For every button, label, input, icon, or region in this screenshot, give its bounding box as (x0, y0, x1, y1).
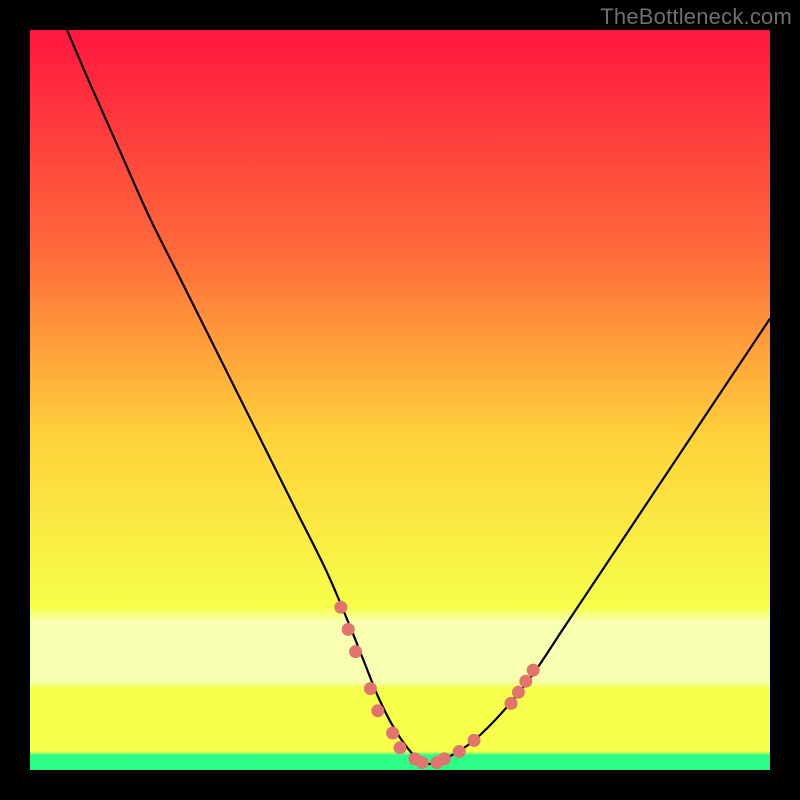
marker-point (349, 645, 362, 658)
marker-point (527, 664, 540, 677)
marker-point (505, 697, 518, 710)
marker-point (416, 756, 429, 769)
marker-point (519, 675, 532, 688)
marker-point (453, 745, 466, 758)
marker-point (468, 734, 481, 747)
marker-point (342, 623, 355, 636)
marker-point (364, 682, 377, 695)
marker-point (386, 727, 399, 740)
marker-point (334, 601, 347, 614)
chart-frame (30, 30, 770, 770)
watermark-text: TheBottleneck.com (600, 4, 792, 30)
marker-point (438, 752, 451, 765)
bottleneck-chart (30, 30, 770, 770)
marker-point (394, 741, 407, 754)
gradient-background (30, 30, 770, 770)
marker-point (371, 704, 384, 717)
marker-point (512, 686, 525, 699)
